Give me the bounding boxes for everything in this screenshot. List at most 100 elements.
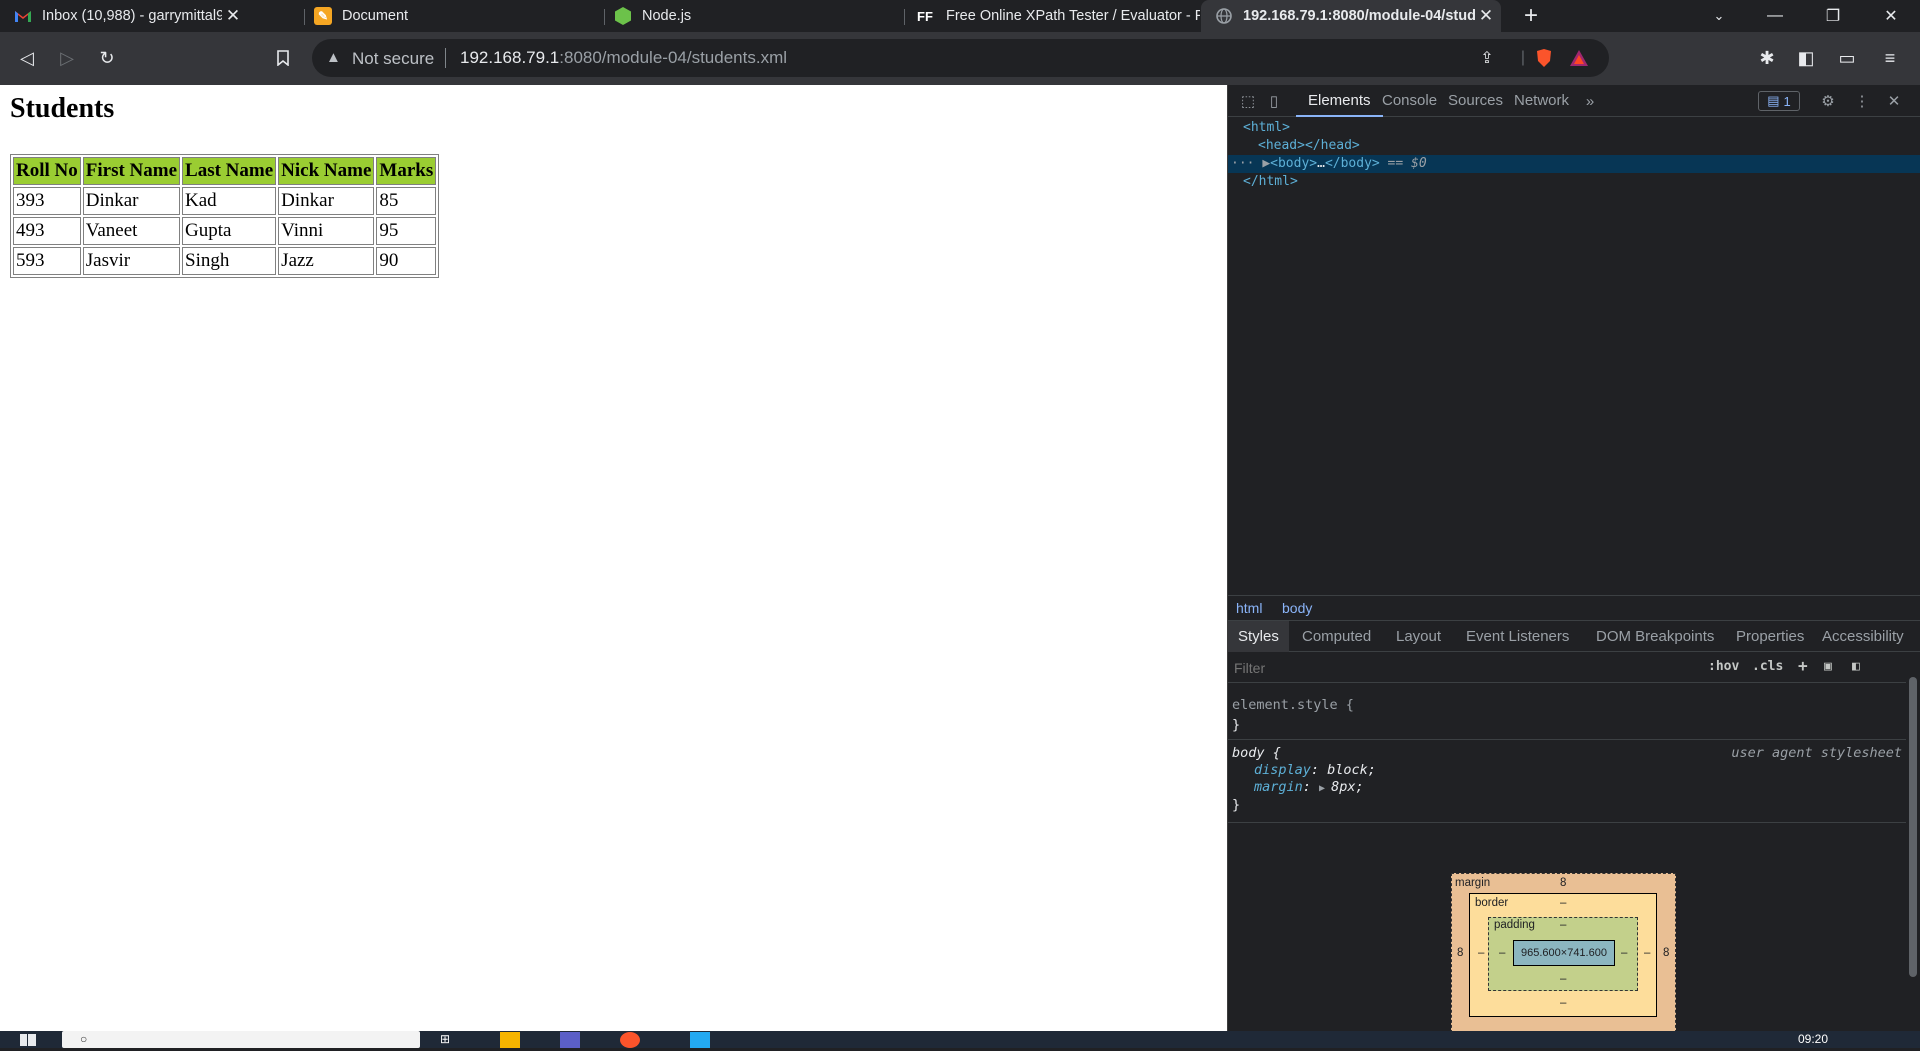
declaration-display[interactable]: display: block; (1232, 762, 1912, 779)
border-label: border (1475, 897, 1509, 909)
task-view-icon[interactable]: ⊞ (440, 1032, 460, 1048)
wallet-icon[interactable]: ▭ (1831, 42, 1863, 74)
paint-icon[interactable]: ▣ (1824, 659, 1832, 674)
expand-triangle-icon[interactable]: ▶ (1319, 783, 1331, 794)
sidebar-icon[interactable]: ◧ (1790, 42, 1822, 74)
table-cell: Gupta (182, 217, 277, 245)
margin-left-value[interactable]: 8 (1457, 947, 1463, 959)
filter-input[interactable] (1234, 658, 1694, 678)
close-icon[interactable]: ✕ (1475, 5, 1497, 27)
teams-icon[interactable] (560, 1032, 580, 1048)
breadcrumb-body[interactable]: body (1282, 600, 1312, 616)
dom-node-body[interactable]: ··· ▶<body>…</body> == $0 (1228, 155, 1920, 173)
clock[interactable]: 09:20 (1798, 1032, 1828, 1046)
table-cell: Jazz (278, 247, 375, 275)
vscode-icon[interactable] (690, 1032, 710, 1048)
taskbar-search-box[interactable]: ○ (62, 1031, 420, 1048)
padding-bottom-value[interactable]: – (1560, 973, 1566, 985)
property-name: display (1254, 762, 1311, 778)
bookmark-icon[interactable] (267, 42, 299, 74)
address-bar[interactable]: ▲ Not secure 192.168.79.1:8080/module-04… (312, 39, 1609, 77)
margin-top-value[interactable]: 8 (1560, 877, 1566, 889)
tab-properties[interactable]: Properties (1726, 621, 1814, 652)
url-text[interactable]: 192.168.79.1:8080/module-04/students.xml (460, 48, 787, 68)
cls-button[interactable]: .cls (1752, 659, 1783, 674)
border-bottom-value[interactable]: – (1560, 997, 1566, 1009)
tab-dom-breakpoints[interactable]: DOM Breakpoints (1586, 621, 1724, 652)
dom-node-html-open[interactable]: <html> (1228, 119, 1920, 137)
close-icon[interactable]: ✕ (1884, 91, 1904, 111)
tab-layout[interactable]: Layout (1386, 621, 1451, 652)
restore-button[interactable]: ❐ (1810, 0, 1856, 32)
divider (1228, 822, 1908, 823)
dom-node-head[interactable]: <head></head> (1228, 137, 1920, 155)
table-cell: Dinkar (82, 187, 181, 215)
tab-computed[interactable]: Computed (1292, 621, 1381, 652)
padding-top-value[interactable]: – (1560, 919, 1566, 931)
close-icon[interactable]: ✕ (222, 5, 244, 27)
file-explorer-icon[interactable] (500, 1032, 520, 1048)
hov-button[interactable]: :hov (1708, 659, 1739, 674)
tab-search-button[interactable]: ⌄ (1696, 0, 1742, 32)
devtools-panel: ⬚ ▯ Elements Console Sources Network » ▤… (1227, 85, 1920, 1033)
styles-scrollbar[interactable] (1906, 653, 1920, 1031)
brave-rewards-icon[interactable] (1568, 47, 1590, 69)
share-icon[interactable]: ⇪ (1476, 47, 1498, 69)
border-right-value[interactable]: – (1644, 947, 1650, 959)
declaration-margin[interactable]: margin: ▶ 8px; (1232, 779, 1912, 797)
new-tab-button[interactable]: + (1508, 0, 1554, 32)
box-model-content[interactable]: 965.600×741.600 (1513, 940, 1615, 966)
security-label[interactable]: Not secure (352, 49, 434, 69)
padding-right-value[interactable]: – (1621, 947, 1627, 959)
back-button[interactable]: ◁ (11, 42, 43, 74)
border-top-value[interactable]: – (1560, 897, 1566, 909)
menu-icon[interactable]: ≡ (1874, 42, 1906, 74)
table-cell: Vinni (278, 217, 375, 245)
dom-node-html-close[interactable]: </html> (1228, 173, 1920, 191)
tab-styles[interactable]: Styles (1228, 621, 1289, 652)
brave-shield-icon[interactable] (1533, 47, 1555, 69)
more-tabs-icon[interactable]: » (1580, 91, 1600, 111)
issues-badge[interactable]: ▤ 1 (1758, 91, 1800, 111)
dom-tag: <body> (1270, 156, 1318, 171)
tab-xpath-tester[interactable]: FF Free Online XPath Tester / Evaluator … (900, 0, 1200, 32)
element-style-rule: element.style { } (1232, 697, 1912, 734)
breadcrumb-html[interactable]: html (1236, 600, 1262, 616)
margin-right-value[interactable]: 8 (1663, 947, 1669, 959)
tab-accessibility[interactable]: Accessibility (1812, 621, 1914, 652)
page-viewport: Students Roll No First Name Last Name Ni… (0, 85, 1227, 1031)
margin-label: margin (1455, 877, 1491, 889)
tab-nodejs[interactable]: Node.js (600, 0, 904, 32)
start-icon[interactable] (20, 1032, 40, 1048)
toggle-sidebar-icon[interactable]: ◧ (1852, 659, 1860, 674)
tab-document[interactable]: ✎ Document (300, 0, 604, 32)
minimize-button[interactable]: — (1752, 0, 1798, 32)
add-rule-icon[interactable]: + (1798, 656, 1808, 675)
kebab-menu-icon[interactable]: ⋮ (1852, 91, 1872, 111)
tab-students-xml[interactable]: 192.168.79.1:8080/module-04/students.xml… (1201, 0, 1501, 32)
expand-triangle-icon[interactable]: ▶ (1262, 156, 1270, 171)
close-window-button[interactable]: ✕ (1868, 0, 1914, 32)
rule-origin: user agent stylesheet (1731, 745, 1902, 761)
tab-event-listeners[interactable]: Event Listeners (1456, 621, 1579, 652)
forward-button[interactable]: ▷ (51, 42, 83, 74)
dom-ellipsis[interactable]: … (1317, 156, 1325, 171)
gear-icon[interactable]: ⚙ (1818, 91, 1838, 111)
padding-left-value[interactable]: – (1499, 947, 1505, 959)
taskbar: ○ ⊞ 09:20 (0, 1031, 1920, 1048)
border-left-value[interactable]: – (1478, 947, 1484, 959)
tab-network[interactable]: Network (1502, 85, 1581, 117)
reload-button[interactable]: ↻ (91, 42, 123, 74)
tab-gmail[interactable]: Inbox (10,988) - garrymittal98@gmail.com… (0, 0, 248, 32)
brave-browser-icon[interactable] (620, 1032, 640, 1048)
scrollbar-thumb[interactable] (1909, 677, 1917, 977)
inspect-element-icon[interactable]: ⬚ (1238, 91, 1258, 111)
rule-selector[interactable]: element.style { (1232, 697, 1912, 714)
table-cell: 493 (13, 217, 81, 245)
styles-filter-bar: :hov .cls + ▣ ◧ (1228, 653, 1920, 683)
extensions-icon[interactable]: ✱ (1751, 42, 1783, 74)
device-toolbar-icon[interactable]: ▯ (1264, 91, 1284, 111)
search-icon: ○ (80, 1032, 88, 1046)
ellipsis-icon[interactable]: ··· (1231, 156, 1262, 171)
warning-icon[interactable]: ▲ (326, 49, 341, 66)
